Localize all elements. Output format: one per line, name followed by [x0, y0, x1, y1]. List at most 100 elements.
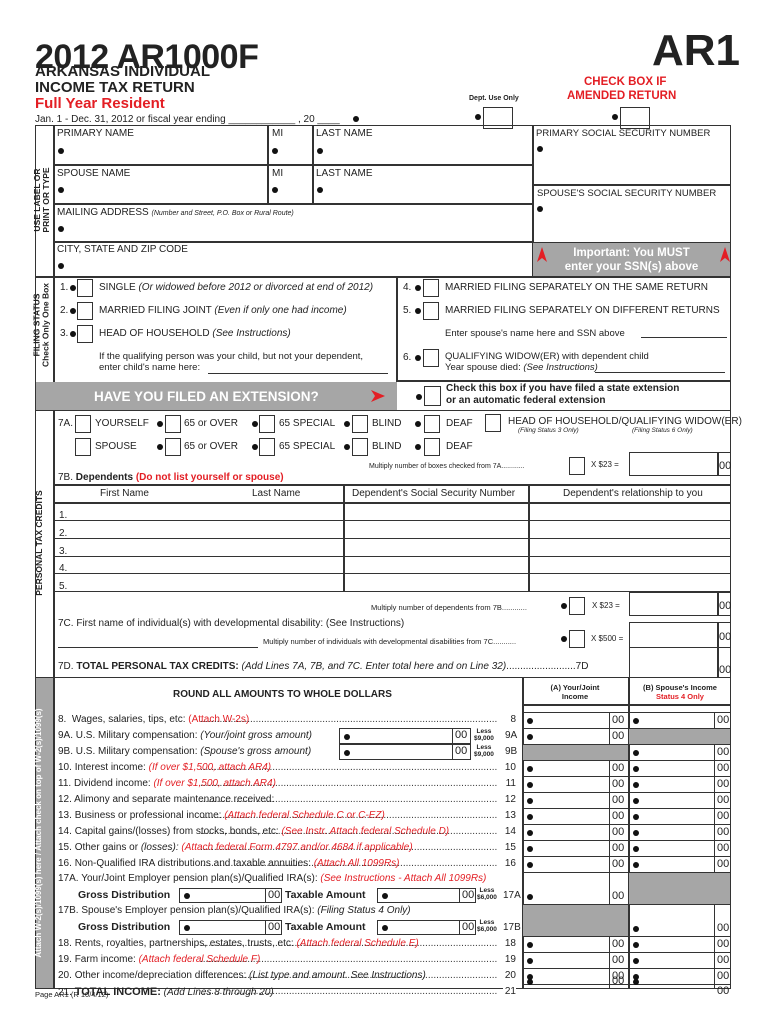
income-line-17A-col-a-field[interactable]: 00: [523, 873, 628, 904]
income-line-15-col-b-field[interactable]: 00: [629, 841, 730, 856]
income-line-12-col-b-field[interactable]: 00: [629, 793, 730, 808]
cents-7a: 00: [719, 460, 732, 472]
amount-7c-field[interactable]: [629, 622, 731, 648]
city-state-zip-field[interactable]: [58, 263, 64, 269]
income-line-11-col-a-field[interactable]: 00: [523, 777, 628, 792]
spouse-name-field[interactable]: [641, 337, 727, 338]
income-line-9A-col-a-field[interactable]: 00: [523, 729, 628, 744]
income-line-17A-gross-field[interactable]: 00: [179, 888, 282, 903]
income-line-9B-col-b-field[interactable]: 00: [629, 745, 730, 760]
income-line-9B-ref: 9B: [505, 746, 518, 757]
income-line-12-col-a-field[interactable]: 00: [523, 793, 628, 808]
line-7d-label: 7D. TOTAL PERSONAL TAX CREDITS: (Add Lin…: [58, 661, 589, 672]
col-b-header: (B) Spouse's Income Status 4 Only: [643, 683, 717, 701]
income-line-18-col-a-field[interactable]: 00: [523, 937, 628, 952]
income-line-14-col-b-field[interactable]: 00: [629, 825, 730, 840]
spouse-label: SPOUSE: [95, 441, 137, 452]
spouse-mi-field[interactable]: [272, 187, 278, 193]
yourself-blind-checkbox[interactable]: [352, 415, 368, 433]
spouse-checkbox[interactable]: [75, 438, 91, 456]
income-line-9A-label: 9A. U.S. Military compensation: (Your/jo…: [58, 730, 313, 741]
form-subtitle-1: ARKANSAS INDIVIDUAL: [35, 63, 211, 80]
income-line-9B-label: 9B. U.S. Military compensation: (Spouse'…: [58, 746, 312, 757]
mailing-address-field[interactable]: [58, 226, 64, 232]
income-line-19-col-b-field[interactable]: 00: [629, 953, 730, 968]
form-code: AR1: [652, 26, 741, 75]
filing-status-6-checkbox[interactable]: [423, 349, 439, 367]
count-7a-box[interactable]: [569, 457, 585, 475]
dependent-row[interactable]: 4.: [59, 563, 67, 574]
filing-status-1-checkbox[interactable]: [77, 279, 93, 297]
income-line-20-col-b-field[interactable]: 00: [629, 969, 730, 984]
spouse-65-checkbox[interactable]: [165, 438, 181, 456]
year-spouse-died-field[interactable]: [595, 372, 725, 373]
spouse-blind-label: BLIND: [372, 441, 402, 452]
identity-side-label: USE LABEL OR PRINT OR TYPE: [32, 167, 51, 233]
yourself-65-special-checkbox[interactable]: [259, 415, 275, 433]
income-line-17B-gross-field[interactable]: 00: [179, 920, 282, 935]
yourself-checkbox[interactable]: [75, 415, 91, 433]
dependent-row[interactable]: 3.: [59, 546, 67, 557]
amended-label-2: AMENDED RETURN: [567, 90, 677, 102]
filing-status-3-checkbox[interactable]: [77, 325, 93, 343]
filing-status-2-checkbox[interactable]: [77, 302, 93, 320]
tax-period[interactable]: Jan. 1 - Dec. 31, 2012 or fiscal year en…: [35, 114, 340, 125]
primary-name-field[interactable]: [58, 148, 64, 154]
spouse-deaf-checkbox[interactable]: [424, 438, 440, 456]
x23b-label: X $23 =: [592, 601, 620, 610]
amount-7b-field[interactable]: [629, 592, 731, 616]
income-line-17B-taxable-field[interactable]: 00: [377, 920, 476, 935]
spouse-last-name-field[interactable]: [317, 187, 323, 193]
income-line-11-col-b-field[interactable]: 00: [629, 777, 730, 792]
spouse-65-special-checkbox[interactable]: [259, 438, 275, 456]
military-9B-gross-field[interactable]: 00: [339, 744, 471, 760]
primary-mi-field[interactable]: [272, 148, 278, 154]
spouse-name-field[interactable]: [58, 187, 64, 193]
income-line-17A-taxable-field[interactable]: 00: [377, 888, 476, 903]
hoh-child-name-field[interactable]: [208, 373, 388, 374]
spouse-blind-checkbox[interactable]: [352, 438, 368, 456]
income-line-17B-col-b-field[interactable]: 00: [629, 905, 730, 936]
military-9A-gross-field[interactable]: 00: [339, 728, 471, 744]
income-line-8-col-a-field[interactable]: 00: [523, 713, 628, 728]
income-line-18-col-b-field[interactable]: 00: [629, 937, 730, 952]
count-7b-box[interactable]: [569, 597, 585, 615]
filing-status-4-checkbox[interactable]: [423, 279, 439, 297]
arrow-up-icon: [537, 247, 547, 262]
income-line-8-col-b-field[interactable]: 00: [629, 713, 730, 728]
tax-period-bullet: [353, 116, 359, 122]
dependent-row[interactable]: 2.: [59, 528, 67, 539]
resident-type: Full Year Resident: [35, 95, 165, 112]
hoh-qw-checkbox[interactable]: [485, 414, 501, 432]
line-7c-name-field[interactable]: [58, 647, 258, 648]
income-line-9A-col-b-shaded: [629, 729, 730, 744]
dependent-row[interactable]: 5.: [59, 581, 67, 592]
filing-status-5-checkbox[interactable]: [423, 302, 439, 320]
count-7c-box[interactable]: [569, 630, 585, 648]
income-line-10-col-a-field[interactable]: 00: [523, 761, 628, 776]
yourself-deaf-label: DEAF: [446, 418, 473, 429]
income-line-21-col-a-field[interactable]: 00: [523, 975, 628, 989]
income-line-19-col-a-field[interactable]: 00: [523, 953, 628, 968]
income-line-10-col-b-field[interactable]: 00: [629, 761, 730, 776]
filing-status-2-label: MARRIED FILING JOINT (Even if only one h…: [99, 305, 347, 316]
income-line-14-col-a-field[interactable]: 00: [523, 825, 628, 840]
primary-ssn-field[interactable]: [537, 146, 543, 152]
amount-7a-field[interactable]: [629, 452, 731, 476]
income-line-13-col-b-field[interactable]: 00: [629, 809, 730, 824]
gross-distribution-label: Gross Distribution: [78, 921, 171, 933]
yourself-deaf-checkbox[interactable]: [424, 415, 440, 433]
important-ssn-banner: Important: You MUST enter your SSN(s) abo…: [533, 243, 730, 277]
income-line-15-col-a-field[interactable]: 00: [523, 841, 628, 856]
primary-last-name-field[interactable]: [317, 148, 323, 154]
income-line-13-col-a-field[interactable]: 00: [523, 809, 628, 824]
spouse-ssn-field[interactable]: [537, 206, 543, 212]
amount-7d-field[interactable]: [629, 647, 731, 678]
extension-checkbox-label: Check this box if you have filed a state…: [446, 383, 680, 406]
extension-checkbox[interactable]: [424, 386, 441, 406]
yourself-65-checkbox[interactable]: [165, 415, 181, 433]
income-line-16-col-b-field[interactable]: 00: [629, 857, 730, 872]
income-line-16-col-a-field[interactable]: 00: [523, 857, 628, 872]
dependent-row[interactable]: 1.: [59, 510, 67, 521]
income-line-21-col-b-field[interactable]: 00: [629, 979, 730, 997]
